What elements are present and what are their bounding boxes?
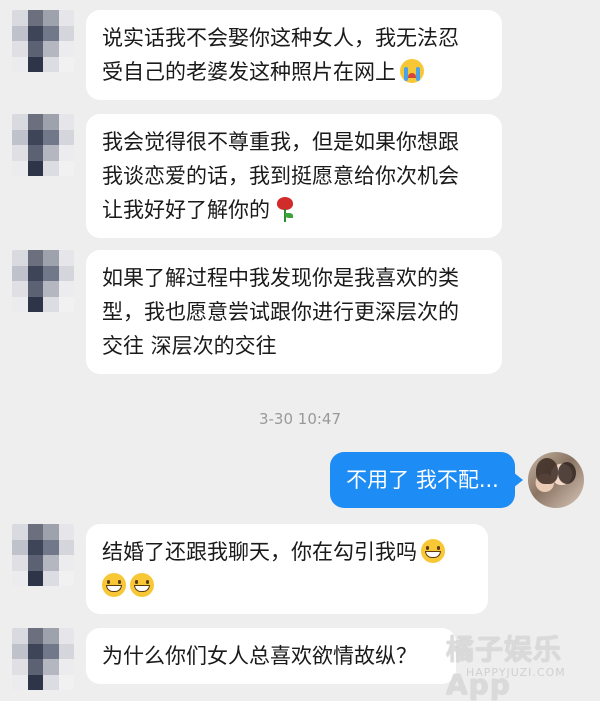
message-text: 我会觉得很不尊重我，但是如果你想跟 bbox=[102, 130, 459, 154]
message-bubble[interactable]: 我会觉得很不尊重我，但是如果你想跟 我谈恋爱的话，我到挺愿意给你次机会 让我好好… bbox=[86, 114, 502, 238]
message-bubble[interactable]: 为什么你们女人总喜欢欲情故纵？ bbox=[86, 628, 456, 684]
message-timestamp: 3-30 10:47 bbox=[258, 410, 342, 428]
self-avatar[interactable] bbox=[528, 452, 584, 508]
sent-message-text: 不用了 我不配... bbox=[346, 468, 499, 492]
crying-face-emoji-icon bbox=[400, 59, 424, 83]
message-text: 为什么你们女人总喜欢欲情故纵？ bbox=[102, 644, 417, 668]
message-text: 我谈恋爱的话，我到挺愿意给你次机会 bbox=[102, 164, 459, 188]
message-text: 受自己的老婆发这种照片在网上 bbox=[102, 60, 396, 84]
contact-avatar[interactable] bbox=[12, 114, 74, 176]
message-bubble[interactable]: 结婚了还跟我聊天，你在勾引我吗 bbox=[86, 524, 488, 614]
contact-avatar[interactable] bbox=[12, 628, 74, 690]
message-text: 结婚了还跟我聊天，你在勾引我吗 bbox=[102, 540, 417, 564]
grinning-face-emoji-icon bbox=[130, 573, 154, 597]
message-text: 如果了解过程中我发现你是我喜欢的类 bbox=[102, 266, 459, 290]
watermark-title: 橘子娱乐App bbox=[446, 633, 563, 701]
contact-avatar[interactable] bbox=[12, 250, 74, 312]
message-text: 说实话我不会娶你这种女人，我无法忍 bbox=[102, 26, 459, 50]
watermark-url: HAPPYJUZI.COM bbox=[466, 666, 566, 679]
watermark-logo: 橘子娱乐App HAPPYJUZI.COM bbox=[436, 626, 596, 701]
contact-avatar[interactable] bbox=[12, 524, 74, 586]
message-text: 交往 深层次的交往 bbox=[102, 334, 277, 358]
contact-avatar[interactable] bbox=[12, 10, 74, 72]
message-bubble[interactable]: 说实话我不会娶你这种女人，我无法忍 受自己的老婆发这种照片在网上 bbox=[86, 10, 502, 100]
message-bubble[interactable]: 如果了解过程中我发现你是我喜欢的类 型，我也愿意尝试跟你进行更深层次的 交往 深… bbox=[86, 250, 502, 374]
message-text: 型，我也愿意尝试跟你进行更深层次的 bbox=[102, 300, 459, 324]
grinning-face-emoji-icon bbox=[102, 573, 126, 597]
message-text: 让我好好了解你的 bbox=[102, 198, 270, 222]
grinning-face-emoji-icon bbox=[421, 539, 445, 563]
sent-message-bubble[interactable]: 不用了 我不配... bbox=[330, 452, 523, 508]
rose-emoji-icon bbox=[274, 197, 296, 223]
